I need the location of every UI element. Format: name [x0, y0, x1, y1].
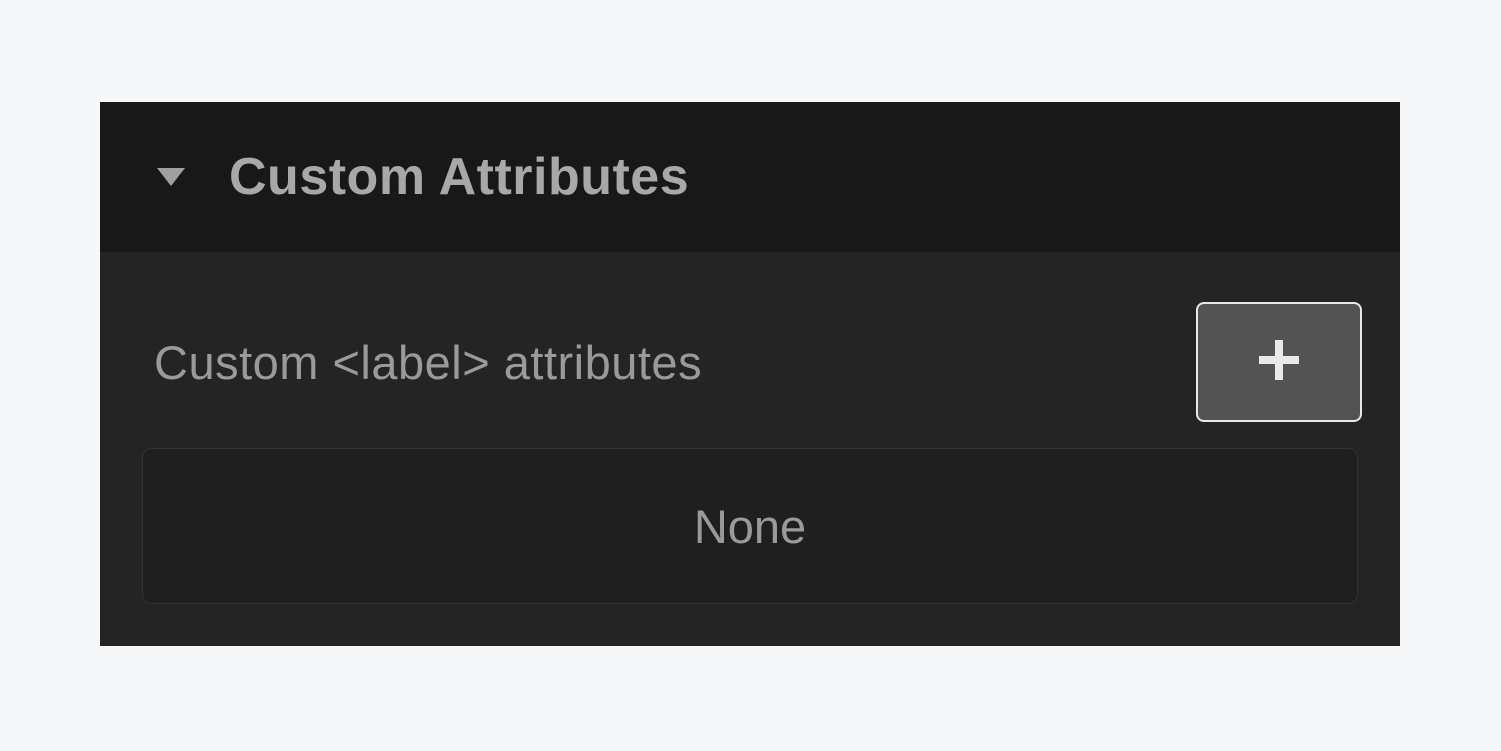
custom-attributes-panel: Custom Attributes Custom <label> attribu…: [100, 102, 1400, 646]
attributes-value-box[interactable]: None: [142, 448, 1358, 604]
chevron-down-icon: [155, 166, 187, 188]
section-body: Custom <label> attributes None: [100, 252, 1400, 646]
section-title: Custom Attributes: [229, 147, 689, 207]
attributes-value: None: [694, 499, 806, 554]
attributes-row: Custom <label> attributes: [142, 284, 1358, 444]
plus-icon: [1257, 338, 1301, 387]
add-attribute-button[interactable]: [1196, 302, 1362, 422]
section-header[interactable]: Custom Attributes: [100, 102, 1400, 252]
row-label: Custom <label> attributes: [154, 335, 702, 390]
